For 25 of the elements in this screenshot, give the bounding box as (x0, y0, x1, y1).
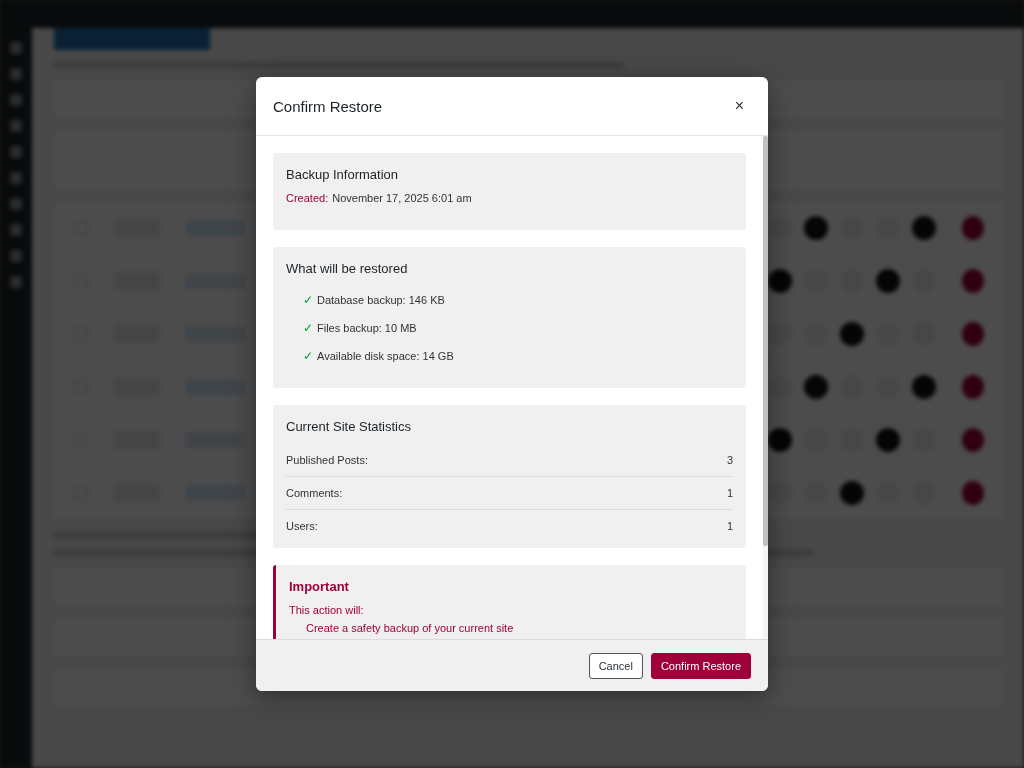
list-item: Database backup: 146 KB (317, 294, 445, 306)
scrollbar-thumb[interactable] (763, 136, 768, 546)
warning-item: Create a safety backup of your current site (305, 622, 515, 634)
field-label: Created: (286, 192, 329, 204)
warning-title: Important (289, 579, 350, 594)
dialog-title: Confirm Restore (273, 97, 383, 115)
list-item: Available disk space: 14 GB (317, 350, 454, 362)
stat-value: 1 (726, 487, 733, 499)
stat-value: 1 (726, 520, 733, 532)
stat-label: Users: (286, 520, 318, 532)
stat-label: Published Posts: (286, 454, 368, 466)
confirm-button[interactable]: Confirm Restore (650, 652, 751, 679)
card-title: Backup Information (286, 167, 399, 182)
stat-value: 3 (726, 454, 733, 466)
card-title: Current Site Statistics (286, 419, 412, 434)
stat-label: Comments: (286, 487, 343, 499)
warning-subtitle: This action will: (289, 604, 365, 616)
check-mark-icon: ✓ (303, 293, 313, 307)
close-button[interactable]: × (730, 95, 748, 117)
cancel-button[interactable]: Cancel (588, 652, 643, 679)
check-mark-icon: ✓ (303, 321, 313, 335)
check-mark-icon: ✓ (303, 349, 313, 363)
card-title: What will be restored (286, 261, 409, 276)
field-value: November 17, 2025 6:01 am (332, 192, 472, 204)
list-item: Files backup: 10 MB (317, 322, 417, 334)
